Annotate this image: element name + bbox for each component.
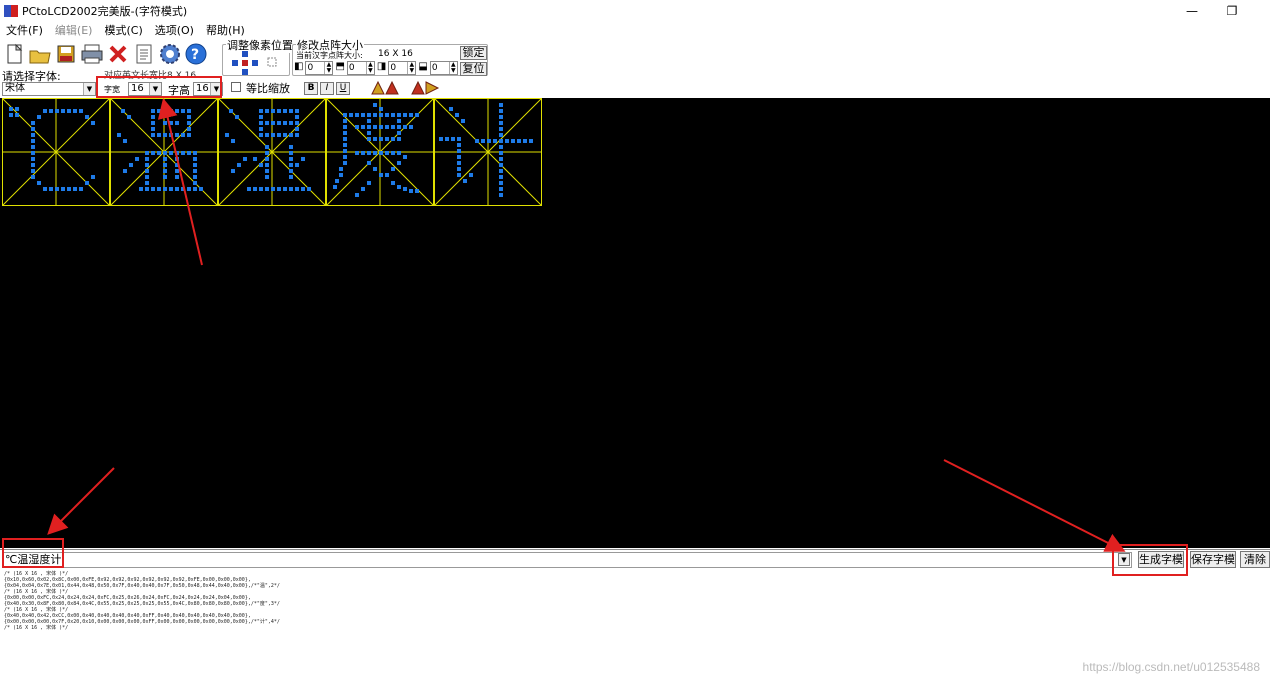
left-arrow-icon: ◧ (294, 61, 304, 72)
characters-input[interactable]: ℃温湿度计 (2, 552, 1132, 568)
glyph-cell-2[interactable] (110, 98, 218, 206)
menu-help[interactable]: 帮助(H) (200, 22, 251, 38)
title-bar: PCtoLCD2002完美版-(字符模式) — ❐ (0, 0, 1270, 22)
proportional-checkbox[interactable] (231, 82, 241, 92)
print-icon[interactable] (80, 41, 104, 67)
rotate-icon[interactable] (370, 80, 402, 96)
minimize-button[interactable]: — (1172, 0, 1212, 22)
proportional-label: 等比缩放 (246, 82, 290, 95)
glyph-cell-4[interactable] (326, 98, 434, 206)
glyph-cell-5[interactable] (434, 98, 542, 206)
left-spinner[interactable]: 0 ▲ ▼ (305, 61, 334, 75)
output-textarea[interactable]: /* (16 X 16 , 宋体 )*/ {0x10,0x60,0x02,0x8… (0, 569, 1270, 686)
underline-button[interactable]: U (336, 82, 350, 95)
mirror-icon[interactable] (410, 80, 442, 96)
output-line: /* (16 X 16 , 宋体 )*/ (4, 625, 69, 631)
annotation-box-input (2, 538, 64, 568)
reset-button[interactable]: 复位 (460, 62, 487, 76)
current-size-label: 当前汉字点阵大小: (296, 51, 363, 60)
annotation-box-generate (1112, 544, 1188, 576)
pixel-adjust-arrows[interactable] (228, 50, 284, 76)
lock-button[interactable]: 锁定 (460, 46, 487, 60)
help-icon[interactable]: ? (184, 41, 208, 67)
bold-button[interactable]: B (304, 82, 318, 95)
window-title: PCtoLCD2002完美版-(字符模式) (22, 5, 188, 18)
new-icon[interactable] (4, 41, 26, 67)
svg-text:?: ? (191, 47, 199, 63)
annotation-box-font-size (96, 76, 222, 98)
current-size-value: 16 X 16 (378, 49, 413, 59)
up-arrow-icon: ⬒ (335, 61, 345, 72)
restore-button[interactable]: ❐ (1212, 0, 1252, 22)
right-spinner[interactable]: 0 ▲ ▼ (388, 61, 417, 75)
glyph-cell-1[interactable] (2, 98, 110, 206)
watermark: https://blog.csdn.net/u012535488 (1082, 660, 1260, 674)
menu-edit[interactable]: 编辑(E) (49, 22, 99, 38)
resize-spinners: ◧ 0 ▲ ▼ ⬒ 0 ▲ ▼ ◨ 0 ▲ ▼ ⬓ 0 ▲ ▼ (294, 61, 458, 75)
menu-mode[interactable]: 模式(C) (98, 22, 148, 38)
app-icon (4, 5, 18, 17)
chevron-down-icon: ▼ (83, 83, 95, 95)
menu-bar: 文件(F) 编辑(E) 模式(C) 选项(O) 帮助(H) (0, 22, 1270, 38)
document-icon[interactable] (132, 41, 156, 67)
glyph-cell-3[interactable] (218, 98, 326, 206)
down-arrow-icon: ⬓ (418, 61, 428, 72)
glyph-canvas[interactable] (0, 98, 1270, 548)
clear-button[interactable]: 清除 (1240, 551, 1270, 568)
delete-icon[interactable] (106, 41, 130, 67)
menu-options[interactable]: 选项(O) (149, 22, 200, 38)
font-select[interactable]: 宋体 ▼ (2, 82, 96, 96)
input-row: ℃温湿度计 ▼ 生成字模 保存字模 清除 (0, 549, 1270, 569)
menu-file[interactable]: 文件(F) (0, 22, 49, 38)
open-icon[interactable] (28, 41, 52, 67)
italic-button[interactable]: I (320, 82, 334, 95)
save-font-button[interactable]: 保存字模 (1190, 551, 1236, 568)
save-icon[interactable] (54, 41, 78, 67)
right-arrow-icon: ◨ (376, 61, 387, 72)
bottom-spinner[interactable]: 0 ▲ ▼ (429, 61, 458, 75)
main-toolbar: ? (0, 38, 210, 70)
top-spinner[interactable]: 0 ▲ ▼ (346, 61, 375, 75)
gear-icon[interactable] (158, 41, 182, 67)
font-select-value: 宋体 (5, 83, 25, 94)
